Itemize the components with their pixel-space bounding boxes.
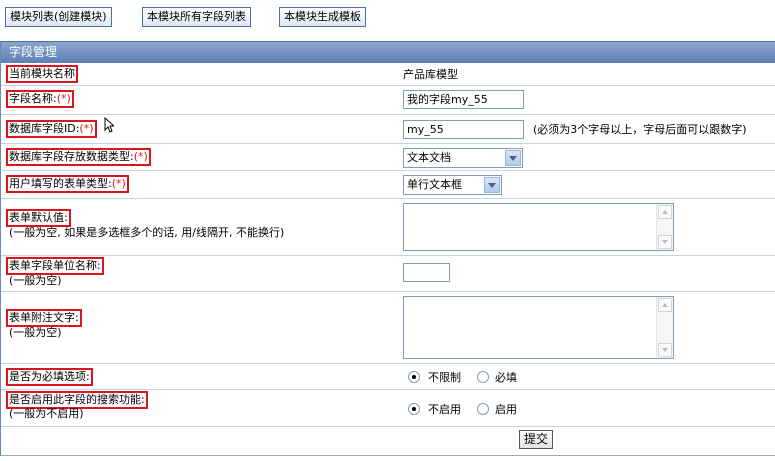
textarea-scrollbar[interactable] xyxy=(656,297,673,358)
row-current-module: 当前模块名称 产品库模型 xyxy=(1,63,775,86)
scroll-down-icon[interactable] xyxy=(658,235,672,249)
unit-name-label: 表单字段单位名称: xyxy=(6,257,104,275)
textarea-scrollbar[interactable] xyxy=(656,204,673,250)
row-field-name: 字段名称:(*) 我的字段my_55 xyxy=(1,86,775,115)
db-field-id-label: 数据库字段ID:(*) xyxy=(6,120,97,138)
row-note-text: 表单附注文字: (一般为空) xyxy=(1,292,775,364)
radio-required-label[interactable]: 必填 xyxy=(495,371,517,385)
radio-required[interactable] xyxy=(477,371,489,383)
db-data-type-selected: 文本文档 xyxy=(407,151,451,164)
radio-search-enabled-label[interactable]: 启用 xyxy=(495,403,517,417)
current-module-value: 产品库模型 xyxy=(403,68,458,81)
panel-title: 字段管理 xyxy=(1,41,775,63)
radio-search-disabled-label[interactable]: 不启用 xyxy=(428,403,461,417)
required-mark: (*) xyxy=(56,92,71,105)
current-module-label: 当前模块名称 xyxy=(6,65,78,83)
field-list-button[interactable]: 本模块所有字段列表 xyxy=(142,7,251,27)
unit-name-input[interactable] xyxy=(403,263,450,282)
row-unit-name: 表单字段单位名称: (一般为空) xyxy=(1,256,775,292)
generate-template-button[interactable]: 本模块生成模板 xyxy=(279,7,366,27)
submit-button[interactable]: 提交 xyxy=(519,430,554,449)
row-db-field-id: 数据库字段ID:(*) my_55 (必须为3个字母以上，字母后面可以跟数字) xyxy=(1,115,775,144)
field-name-label: 字段名称:(*) xyxy=(6,90,74,108)
default-value-hint: (一般为空, 如果是多选框多个的话, 用/线隔开, 不能换行) xyxy=(9,226,285,239)
note-text-hint: (一般为空) xyxy=(9,326,62,339)
row-search-enabled: 是否启用此字段的搜索功能: (一般为不启用) 不启用 启用 xyxy=(1,390,775,427)
required-mark: (*) xyxy=(111,177,126,190)
unit-name-hint: (一般为空) xyxy=(9,274,62,287)
scroll-down-icon[interactable] xyxy=(658,343,672,357)
search-enabled-hint: (一般为不启用) xyxy=(9,407,84,420)
db-field-id-label-text: 数据库字段ID: xyxy=(9,122,80,135)
db-field-id-input[interactable]: my_55 xyxy=(403,120,524,139)
radio-search-disabled[interactable] xyxy=(408,403,420,415)
required-mark: (*) xyxy=(79,122,94,135)
scroll-up-icon[interactable] xyxy=(658,205,672,219)
module-list-button[interactable]: 模块列表(创建模块) xyxy=(5,7,112,27)
scroll-up-icon[interactable] xyxy=(658,298,672,312)
db-data-type-label-text: 数据库字段存放数据类型: xyxy=(9,150,134,163)
db-field-id-note: (必须为3个字母以上，字母后面可以跟数字) xyxy=(533,123,747,136)
form-type-selected: 单行文本框 xyxy=(407,178,462,191)
db-data-type-label: 数据库字段存放数据类型:(*) xyxy=(6,148,151,166)
required-field-label: 是否为必填选项: xyxy=(6,368,93,386)
row-required-field: 是否为必填选项: 不限制 必填 xyxy=(1,364,775,390)
row-form-type: 用户填写的表单类型:(*) 单行文本框 xyxy=(1,171,775,199)
field-name-label-text: 字段名称: xyxy=(9,92,57,105)
required-mark: (*) xyxy=(133,150,148,163)
form-type-label-text: 用户填写的表单类型: xyxy=(9,177,112,190)
radio-unrestricted[interactable] xyxy=(408,371,420,383)
row-default-value: 表单默认值: (一般为空, 如果是多选框多个的话, 用/线隔开, 不能换行) xyxy=(1,199,775,256)
radio-unrestricted-label[interactable]: 不限制 xyxy=(428,371,461,385)
note-text-label: 表单附注文字: xyxy=(6,309,82,327)
default-value-label: 表单默认值: xyxy=(6,209,71,227)
row-db-data-type: 数据库字段存放数据类型:(*) 文本文档 xyxy=(1,144,775,171)
form-type-label: 用户填写的表单类型:(*) xyxy=(6,175,129,193)
form-type-select[interactable]: 单行文本框 xyxy=(403,175,502,195)
row-submit: 提交 xyxy=(1,427,775,455)
mouse-cursor-icon xyxy=(104,117,114,133)
note-text-textarea[interactable] xyxy=(403,296,674,359)
chevron-down-icon[interactable] xyxy=(505,150,521,166)
field-management-panel: 字段管理 当前模块名称 产品库模型 字段名称:(*) 我的字段my_55 数据库… xyxy=(0,41,775,456)
radio-search-enabled[interactable] xyxy=(477,403,489,415)
toolbar: 模块列表(创建模块) 本模块所有字段列表 本模块生成模板 xyxy=(0,0,775,36)
field-name-input[interactable]: 我的字段my_55 xyxy=(403,90,524,109)
db-data-type-select[interactable]: 文本文档 xyxy=(403,148,523,168)
default-value-textarea[interactable] xyxy=(403,203,674,251)
chevron-down-icon[interactable] xyxy=(484,177,500,193)
